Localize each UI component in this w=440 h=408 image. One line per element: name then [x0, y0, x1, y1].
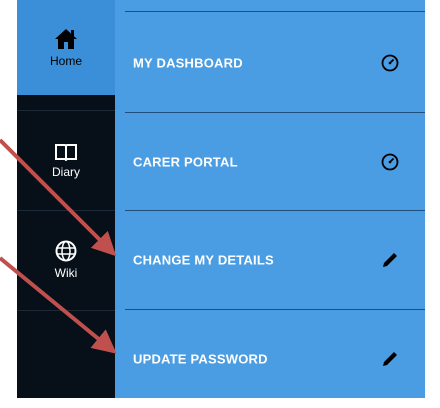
menu-panel: MY DASHBOARD CARER PORTAL CHANGE MY DETA…	[115, 0, 425, 398]
menu-item-my-dashboard[interactable]: MY DASHBOARD	[115, 14, 425, 112]
dashboard-icon	[381, 153, 399, 171]
dashboard-icon	[381, 54, 399, 72]
menu-item-change-my-details[interactable]: CHANGE MY DETAILS	[115, 211, 425, 309]
nav-divider	[17, 210, 115, 211]
nav-item-home[interactable]: Home	[17, 0, 115, 95]
pencil-icon	[383, 352, 397, 366]
pencil-icon	[383, 253, 397, 267]
nav-item-home-label: Home	[49, 53, 82, 68]
nav-divider	[17, 110, 115, 111]
menu-item-label: UPDATE PASSWORD	[133, 351, 268, 367]
nav-item-diary-label: Diary	[51, 164, 80, 179]
nav-divider	[17, 310, 115, 311]
side-nav-rail: Home Diary Wiki	[17, 0, 115, 398]
menu-item-label: CHANGE MY DETAILS	[133, 252, 274, 268]
nav-item-diary[interactable]: Diary	[17, 113, 115, 208]
home-icon	[55, 28, 77, 49]
menu-item-label: MY DASHBOARD	[133, 55, 243, 71]
globe-icon	[55, 240, 77, 261]
menu-item-carer-portal[interactable]: CARER PORTAL	[115, 113, 425, 211]
book-icon	[55, 143, 77, 161]
nav-item-wiki[interactable]: Wiki	[17, 212, 115, 307]
menu-item-update-password[interactable]: UPDATE PASSWORD	[115, 310, 425, 408]
menu-divider	[125, 11, 425, 12]
menu-item-label: CARER PORTAL	[133, 154, 238, 170]
nav-item-wiki-label: Wiki	[54, 265, 78, 280]
